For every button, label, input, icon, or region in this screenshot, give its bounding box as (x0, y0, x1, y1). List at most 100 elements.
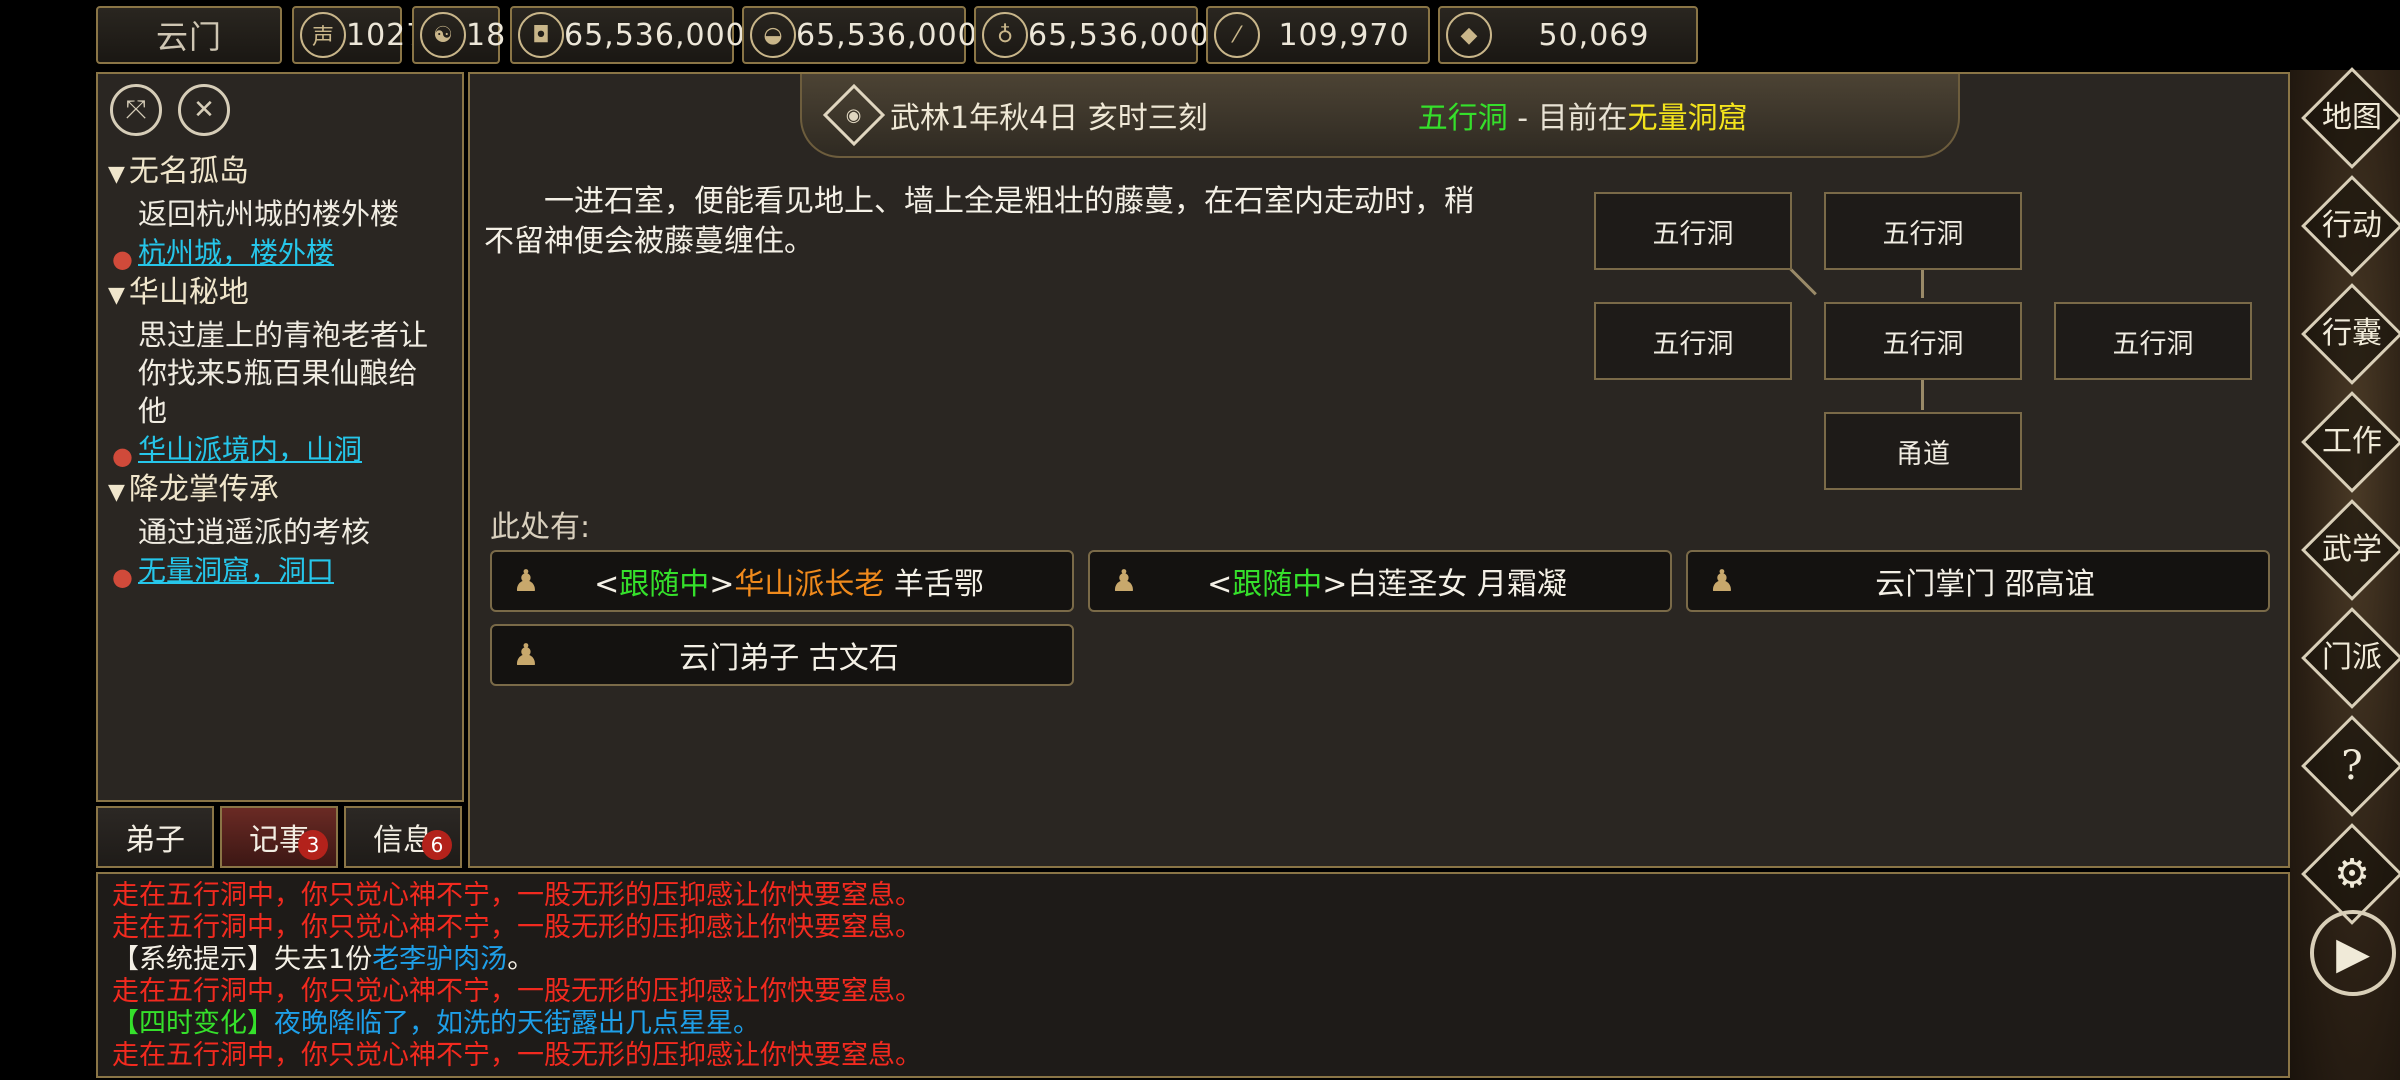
menu-sect-button[interactable]: 门派 (2301, 607, 2400, 709)
scene-description: 一进石室，便能看见地上、墙上全是粗壮的藤蔓，在石室内走动时，稍不留神便会被藤蔓缠… (484, 184, 1474, 259)
map-node-south[interactable]: 甬道 (1824, 412, 2022, 490)
location-prefix: 目前在 (1537, 101, 1628, 136)
close-cross-icon[interactable]: ✕ (178, 84, 230, 136)
help-button[interactable]: ? (2301, 715, 2400, 817)
separator: - (1507, 101, 1538, 136)
person-icon: ♟ (1110, 563, 1138, 599)
log-line: 【四时变化】夜晚降临了，如洗的天街露出几点星星。 (112, 1008, 760, 1039)
menu-action-button[interactable]: 行动 (2301, 175, 2400, 277)
menu-label: 行囊 (2322, 316, 2382, 351)
quest-desc: 通过逍遥派的考核 (138, 515, 371, 549)
coin-icon: ◘ (518, 12, 564, 58)
quest-desc: 思过崖上的青袍老者让 (138, 318, 429, 352)
person-icon: ♟ (512, 637, 540, 673)
map-node-east[interactable]: 五行洞 (2054, 302, 2252, 380)
log-line: 走在五行洞中，你只觉心神不宁，一股无形的压抑感让你快要窒息。 (112, 1040, 922, 1071)
map-connector (1921, 380, 1924, 410)
quest-title[interactable]: ▼ 无名孤岛 (108, 152, 458, 195)
menu-map-button[interactable]: 地图 (2301, 67, 2400, 169)
npc-name: 云门弟子 古文石 (679, 641, 899, 676)
morality-counter[interactable]: ☯ 18 (412, 6, 505, 64)
log-line: 【系统提示】失去1份老李驴肉汤。 (112, 944, 535, 975)
map-node-northwest[interactable]: 五行洞 (1594, 192, 1792, 270)
quest-title[interactable]: ▼ 降龙掌传承 (108, 470, 458, 513)
tab-label: 弟子 (125, 823, 185, 858)
region-name: 无量洞窟 (1627, 101, 1748, 136)
yin-yang-icon: ☯ (420, 12, 466, 58)
food-counter[interactable]: ◒ 65,536,000 (742, 6, 977, 64)
area-name: 五行洞 (1417, 101, 1508, 136)
messages-count-badge: 6 (422, 830, 452, 860)
stone-counter[interactable]: ◆ 50,069 (1438, 6, 1698, 64)
collapse-icon[interactable]: ⤧ (110, 84, 162, 136)
left-tabs: 弟子 记事 3 信息 6 (96, 806, 466, 868)
quest-list: ▼ 无名孤岛 返回杭州城的楼外楼 ● 杭州城，楼外楼 ▼ 华山秘地 思过崖上的青袍老者… (108, 152, 458, 591)
menu-martial-button[interactable]: 武学 (2301, 499, 2400, 601)
location-pin-icon: ● (112, 442, 133, 470)
resource-bar: 云门 声 10279 ☯ 18 ◘ 65,536,000 ◒ 65,536,00… (96, 4, 2396, 66)
npc-name: 云门掌门 邵高谊 (1875, 567, 2095, 602)
npc-button[interactable]: ♟ <跟随中>华山派长老 羊舌鄂 (490, 550, 1074, 612)
map-connector (1921, 268, 1924, 298)
quest-location-link[interactable]: ● 华山派境内，山洞 (108, 430, 458, 470)
quest-desc: 返回杭州城的楼外楼 (138, 197, 400, 231)
herbs-value: 65,536,000 (1028, 17, 1210, 53)
money-value: 65,536,000 (564, 17, 746, 53)
menu-label: 地图 (2322, 100, 2382, 135)
quest-panel: ⤧ ✕ ▼ 无名孤岛 返回杭州城的楼外楼 ● 杭州城，楼外楼 ▼ 华山秘地 思过崖上的… (96, 72, 464, 802)
game-date: 武林1年秋4日 亥时三刻 (890, 101, 1208, 136)
map-node-north[interactable]: 五行洞 (1824, 192, 2022, 270)
tab-disciples[interactable]: 弟子 (96, 806, 214, 868)
menu-label: 工作 (2322, 424, 2382, 459)
scene-panel: ◉ 武林1年秋4日 亥时三刻 五行洞 - 目前在无量洞窟 一进石室，便能看见地上… (468, 72, 2290, 868)
settings-gear-icon: ⚙ (2334, 851, 2370, 897)
tab-notes[interactable]: 记事 3 (220, 806, 338, 868)
wood-counter[interactable]: ⁄ 109,970 (1206, 6, 1430, 64)
money-counter[interactable]: ◘ 65,536,000 (510, 6, 745, 64)
sect-name-box[interactable]: 云门 (96, 6, 282, 64)
current-location: 五行洞 - 目前在无量洞窟 (1418, 93, 1748, 137)
location-pin-icon: ● (112, 563, 133, 591)
quest-desc: 你找来5瓶百果仙酿给 (138, 356, 418, 390)
sect-name: 云门 (155, 18, 222, 56)
compass-icon[interactable]: ◉ (822, 83, 886, 147)
time-location-bar: ◉ 武林1年秋4日 亥时三刻 五行洞 - 目前在无量洞窟 (800, 74, 1960, 158)
npc-button[interactable]: ♟ 云门弟子 古文石 (490, 624, 1074, 686)
food-value: 65,536,000 (796, 17, 978, 53)
gourd-icon: ♁ (982, 12, 1028, 58)
menu-bag-button[interactable]: 行囊 (2301, 283, 2400, 385)
herbs-counter[interactable]: ♁ 65,536,000 (974, 6, 1209, 64)
menu-work-button[interactable]: 工作 (2301, 391, 2400, 493)
message-log[interactable]: 走在五行洞中，你只觉心神不宁，一股无形的压抑感让你快要窒息。 走在五行洞中，你只… (96, 872, 2290, 1078)
map-node-west[interactable]: 五行洞 (1594, 302, 1792, 380)
log-line: 走在五行洞中，你只觉心神不宁，一股无形的压抑感让你快要窒息。 (112, 880, 922, 911)
quest-title[interactable]: ▼ 华山秘地 (108, 273, 458, 316)
map-node-current[interactable]: 五行洞 (1824, 302, 2022, 380)
npc-button[interactable]: ♟ <跟随中>白莲圣女 月霜凝 (1088, 550, 1672, 612)
reputation-seal-icon: 声 (300, 12, 346, 58)
person-icon: ♟ (1708, 563, 1736, 599)
npc-button[interactable]: ♟ 云门掌门 邵高谊 (1686, 550, 2270, 612)
person-icon: ♟ (512, 563, 540, 599)
npc-name: <跟随中>华山派长老 羊舌鄂 (594, 567, 984, 602)
rice-bowl-icon: ◒ (750, 12, 796, 58)
log-line: 走在五行洞中，你只觉心神不宁，一股无形的压抑感让你快要窒息。 (112, 912, 922, 943)
menu-label: 门派 (2322, 640, 2382, 675)
side-menu: 地图 行动 行囊 工作 武学 门派 ? ⚙ ▶ (2290, 67, 2400, 1080)
tab-messages[interactable]: 信息 6 (344, 806, 462, 868)
npc-name: <跟随中>白莲圣女 月霜凝 (1207, 567, 1567, 602)
quest-desc: 他 (138, 394, 168, 428)
location-pin-icon: ● (112, 245, 133, 273)
wood-value: 109,970 (1278, 17, 1410, 53)
here-label: 此处有: (490, 510, 591, 545)
log-line: 走在五行洞中，你只觉心神不宁，一股无形的压抑感让你快要窒息。 (112, 976, 922, 1007)
ore-icon: ◆ (1446, 12, 1492, 58)
morality-value: 18 (466, 17, 507, 53)
log-icon: ⁄ (1214, 12, 1260, 58)
play-icon[interactable]: ▶ (2310, 910, 2396, 996)
menu-label: 行动 (2322, 208, 2382, 243)
reputation-counter[interactable]: 声 10279 (292, 6, 445, 64)
quest-location-link[interactable]: ● 无量洞窟，洞口 (108, 551, 458, 591)
quest-location-link[interactable]: ● 杭州城，楼外楼 (108, 233, 458, 273)
help-icon: ? (2341, 743, 2363, 789)
